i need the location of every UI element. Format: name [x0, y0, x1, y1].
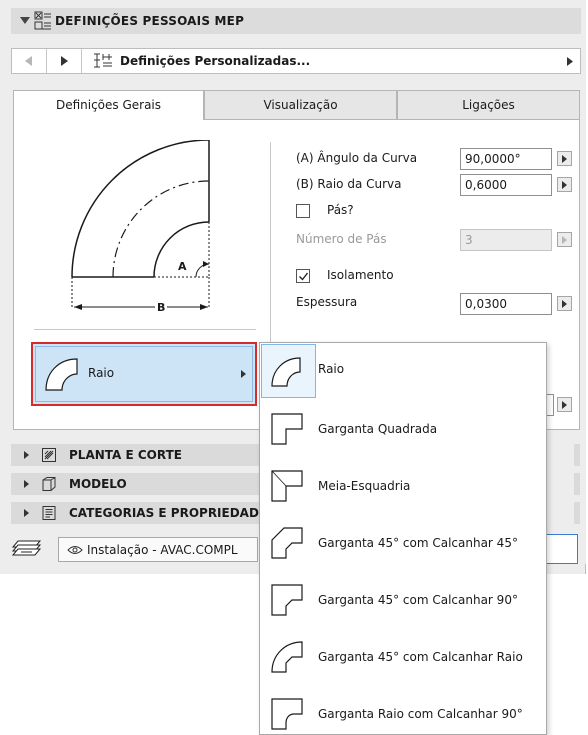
settings-name[interactable]: Definições Personalizadas...	[120, 54, 310, 68]
expand-arrow-icon	[24, 480, 29, 488]
numero-pas-label: Número de Pás	[296, 232, 387, 246]
dropdown-item-label: Garganta 45° com Calcanhar 45°	[318, 536, 518, 550]
section-bar-end	[574, 473, 580, 495]
dropdown-item-label: Meia-Esquadria	[318, 479, 411, 493]
layer-stack-icon[interactable]	[12, 538, 42, 558]
dropdown-item-label: Raio	[318, 362, 345, 376]
throat-45-heel-45-icon	[271, 527, 303, 559]
throat-radius-heel-90-icon	[271, 698, 303, 730]
numero-pas-input[interactable]: 3	[460, 229, 552, 251]
elbow-type-selector[interactable]: Raio	[31, 342, 257, 406]
raio-curva-menu-button[interactable]	[557, 177, 572, 192]
tab-visualizacao[interactable]: Visualização	[204, 90, 397, 120]
tab-label: Ligações	[462, 98, 515, 112]
raio-curva-input[interactable]: 0,6000	[460, 174, 552, 196]
3d-model-icon	[42, 477, 56, 491]
throat-45-heel-radius-icon	[271, 641, 303, 673]
panel-header[interactable]: DEFINIÇÕES PESSOAIS MEP	[11, 8, 581, 34]
section-categorias[interactable]: CATEGORIAS E PROPRIEDADES	[11, 502, 276, 524]
section-title: CATEGORIAS E PROPRIEDADES	[69, 506, 276, 520]
expand-arrow-icon	[24, 451, 29, 459]
dropdown-item-raio[interactable]: Raio	[260, 343, 546, 399]
mitered-elbow-icon	[271, 470, 303, 502]
numero-pas-menu-button[interactable]	[557, 232, 572, 247]
hidden-menu-button[interactable]	[557, 397, 572, 412]
selector-label: Raio	[88, 366, 115, 380]
dropdown-item-garganta-quadrada[interactable]: Garganta Quadrada	[260, 401, 546, 457]
section-planta-corte[interactable]: PLANTA E CORTE	[11, 444, 259, 466]
diagram-label-a: A	[178, 260, 187, 273]
dropdown-item-label: Garganta 45° com Calcanhar Raio	[318, 650, 523, 664]
installation-selector[interactable]: Instalação - AVAC.COMPL	[58, 537, 258, 562]
section-bar-end	[574, 444, 580, 466]
angulo-menu-button[interactable]	[557, 151, 572, 166]
selector-arrow-icon	[241, 370, 246, 378]
nav-divider	[81, 49, 82, 73]
section-bar-end	[574, 502, 580, 524]
pas-checkbox[interactable]	[296, 204, 310, 218]
next-button[interactable]	[47, 49, 81, 73]
isolamento-label: Isolamento	[327, 268, 394, 282]
prev-arrow-icon	[25, 56, 32, 66]
checkmark-icon	[299, 272, 309, 281]
next-arrow-icon	[61, 56, 68, 66]
window-edge	[582, 564, 586, 574]
eye-icon	[67, 546, 83, 554]
hidden-field[interactable]	[547, 394, 554, 416]
espessura-menu-button[interactable]	[557, 296, 572, 311]
floor-plan-icon	[42, 448, 56, 462]
angulo-label: (A) Ângulo da Curva	[296, 151, 418, 165]
raio-shape-icon	[45, 358, 78, 391]
section-title: MODELO	[69, 477, 127, 491]
dropdown-item-label: Garganta Quadrada	[318, 422, 438, 436]
elbow-type-dropdown: Raio Garganta Quadrada Meia-Esquadria Ga…	[259, 342, 547, 735]
expand-arrow-icon	[24, 509, 29, 517]
espessura-label: Espessura	[296, 295, 358, 309]
dropdown-item-garganta-raio-calcanhar-90[interactable]: Garganta Raio com Calcanhar 90°	[260, 686, 546, 734]
categories-icon	[42, 506, 56, 520]
dropdown-item-garganta-45-calcanhar-45[interactable]: Garganta 45° com Calcanhar 45°	[260, 515, 546, 571]
elbow-diagram	[71, 140, 210, 310]
section-title: PLANTA E CORTE	[69, 448, 182, 462]
dropdown-item-garganta-45-calcanhar-90[interactable]: Garganta 45° com Calcanhar 90°	[260, 572, 546, 628]
throat-45-heel-90-icon	[271, 584, 303, 616]
panel-title: DEFINIÇÕES PESSOAIS MEP	[55, 14, 245, 28]
tab-definicoes-gerais[interactable]: Definições Gerais	[13, 90, 204, 122]
angulo-input[interactable]: 90,0000°	[460, 148, 552, 170]
diagram-label-b: B	[155, 301, 168, 314]
tab-ligacoes[interactable]: Ligações	[397, 90, 580, 120]
horizontal-divider	[34, 329, 256, 330]
settings-navigator: Definições Personalizadas...	[11, 48, 581, 74]
nav-menu-arrow-icon[interactable]	[567, 57, 573, 66]
mep-settings-icon	[34, 11, 51, 30]
dropdown-item-meia-esquadria[interactable]: Meia-Esquadria	[260, 458, 546, 514]
dropdown-item-label: Garganta Raio com Calcanhar 90°	[318, 707, 523, 721]
prev-button[interactable]	[12, 49, 46, 73]
pas-label: Pás?	[327, 203, 354, 217]
collapse-arrow-icon[interactable]	[20, 17, 30, 25]
dropdown-item-garganta-45-calcanhar-raio[interactable]: Garganta 45° com Calcanhar Raio	[260, 629, 546, 685]
section-modelo[interactable]: MODELO	[11, 473, 259, 495]
raio-curva-label: (B) Raio da Curva	[296, 177, 402, 191]
tab-label: Definições Gerais	[55, 98, 162, 112]
dropdown-item-label: Garganta 45° com Calcanhar 90°	[318, 593, 518, 607]
raio-shape-icon	[271, 357, 301, 387]
espessura-input[interactable]: 0,0300	[460, 293, 552, 315]
custom-settings-icon	[94, 53, 112, 68]
installation-label: Instalação - AVAC.COMPL	[87, 543, 238, 557]
square-throat-icon	[271, 413, 303, 445]
tab-label: Visualização	[263, 98, 338, 112]
isolamento-checkbox[interactable]	[296, 269, 310, 283]
